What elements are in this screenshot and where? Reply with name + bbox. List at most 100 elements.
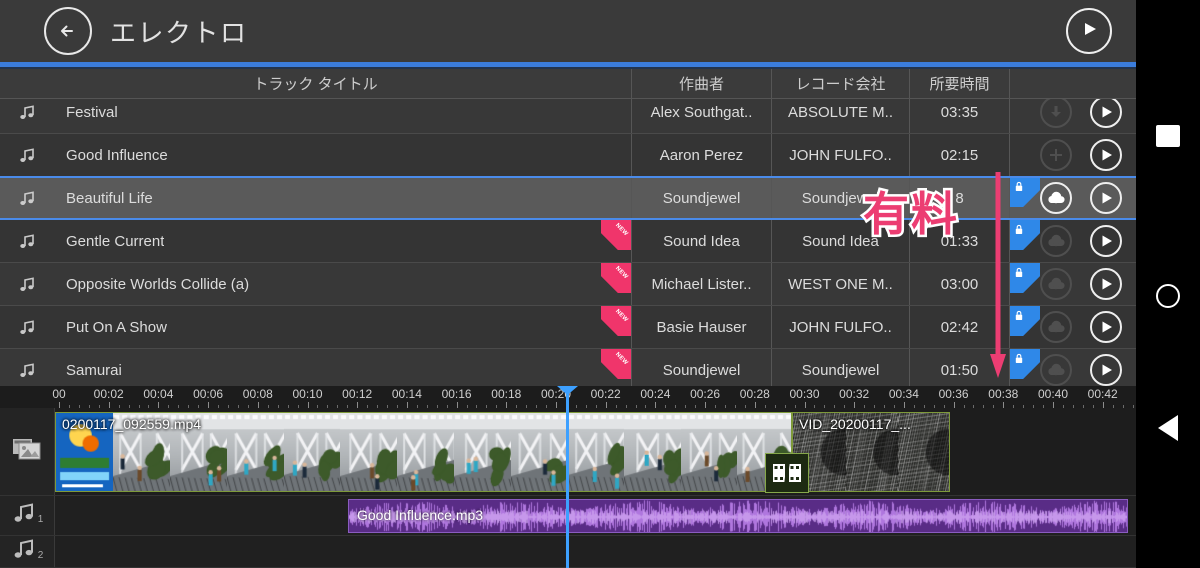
table-row[interactable]: Beautiful Life Soundjewel Soundjewel 8 [0,176,1136,220]
audio-clip-label: Good Influence.mp3 [357,507,484,523]
cell-composer: Basie Hauser [632,306,772,348]
cell-actions[interactable] [1010,177,1136,219]
cell-track-title[interactable]: Opposite Worlds Collide (a) NEW [0,263,632,305]
cell-composer: Michael Lister.. [632,263,772,305]
thumbnail [568,413,625,491]
home-circle-icon[interactable] [1136,268,1200,324]
cell-record-label: Soundjewel [772,177,910,219]
back-triangle-icon[interactable] [1136,400,1200,456]
duration-text: 02:15 [940,146,979,164]
cell-actions[interactable] [1010,99,1136,133]
table-row[interactable]: Good Influence Aaron Perez JOHN FULFO.. 02:… [0,134,1136,177]
screen: エレクトロ トラック タイトル 作曲者 レコード会社 所要時間 Festival… [0,0,1200,568]
cell-duration: 01:50 [910,349,1010,386]
recents-square-icon[interactable] [1136,108,1200,164]
cell-record-label: JOHN FULFO.. [772,306,910,348]
record-label-text: Sound Idea [802,232,879,250]
timeline-ruler[interactable]: 00 00:02 00:04 00:06 00:08 00:10 00:12 00:14 00:… [0,386,1136,408]
ruler-tick-label: 00:08 [242,387,273,401]
cell-actions[interactable] [1010,306,1136,348]
thumbnail [283,413,341,491]
cell-track-title[interactable]: Good Influence [0,134,632,176]
cell-actions[interactable] [1010,220,1136,262]
app-window: エレクトロ トラック タイトル 作曲者 レコード会社 所要時間 Festival… [0,0,1136,568]
audio-track-2-index: 2 [37,550,44,561]
video-clip[interactable]: 0200117_092559.mp4 [55,412,567,492]
column-header-composer[interactable]: 作曲者 [632,69,772,98]
cell-composer: Soundjewel [632,349,772,386]
cell-track-title[interactable]: Samurai NEW [0,349,632,386]
ruler-tick-label: 00:38 [988,387,1019,401]
cell-actions[interactable] [1010,349,1136,386]
audio-track-1-index: 1 [37,514,44,525]
table-row[interactable]: Opposite Worlds Collide (a) NEW Michael Li… [0,263,1136,306]
timeline-video-track[interactable]: 0200117_092559.mp4 VID_20200117_... [0,408,1136,496]
ruler-tick-label: 00:02 [93,387,124,401]
cell-actions[interactable] [1010,134,1136,176]
duration-text: 03:35 [940,103,979,121]
cloud-download-icon[interactable] [1040,311,1072,343]
ruler-tick-label: 00:40 [1037,387,1069,401]
lock-badge [1010,263,1040,293]
duration-text: 8 [955,189,964,207]
row-play-button[interactable] [1090,311,1122,343]
row-play-button[interactable] [1090,354,1122,386]
cell-composer: Aaron Perez [632,134,772,176]
row-play-button[interactable] [1090,139,1122,171]
ruler-tick-label: 00:06 [193,387,224,401]
record-label-text: JOHN FULFO.. [789,146,892,164]
play-icon [1079,19,1099,44]
column-header-duration[interactable]: 所要時間 [910,69,1010,98]
ruler-tick-label: 00:04 [143,387,174,401]
plus-icon[interactable] [1040,139,1072,171]
track-title-text: Good Influence [66,146,168,164]
track-list[interactable]: Festival Alex Southgat.. ABSOLUTE M.. 03:35… [0,99,1136,386]
back-arrow-icon [55,18,81,44]
audio-clip[interactable]: Good Influence.mp3 [348,499,1128,533]
row-play-button[interactable] [1090,182,1122,214]
table-row[interactable]: Samurai NEW Soundjewel Soundjewel 01:50 [0,349,1136,386]
new-badge: NEW [601,349,631,379]
music-note-icon [11,537,37,566]
table-row[interactable]: Put On A Show NEW Basie Hauser JOHN FULFO..… [0,306,1136,349]
timeline-audio-track-2[interactable]: 2 [0,536,1136,568]
table-row[interactable]: Festival Alex Southgat.. ABSOLUTE M.. 03:35 [0,99,1136,134]
cell-track-title[interactable]: Gentle Current NEW [0,220,632,262]
cell-track-title[interactable]: Beautiful Life [0,177,632,219]
thumbnail [680,413,737,491]
new-badge-label: NEW [614,222,629,238]
duration-text: 03:00 [940,275,979,293]
column-header-label[interactable]: レコード会社 [772,69,910,98]
music-note-icon [11,501,37,530]
video-clip[interactable] [567,412,792,492]
timeline-audio-track-1[interactable]: 1 Good Influence.mp3 [0,496,1136,536]
row-play-button[interactable] [1090,225,1122,257]
column-header-track-title[interactable]: トラック タイトル [0,69,632,98]
audio-track-2-header[interactable]: 2 [0,536,55,567]
cell-track-title[interactable]: Put On A Show NEW [0,306,632,348]
cloud-download-icon[interactable] [1040,268,1072,300]
cloud-download-icon[interactable] [1040,182,1072,214]
back-button[interactable] [44,7,92,55]
cloud-download-icon[interactable] [1040,225,1072,257]
video-clip[interactable]: VID_20200117_... [792,412,950,492]
video-track-header[interactable] [0,408,55,495]
download-icon[interactable] [1040,99,1072,128]
lock-icon [1014,308,1024,325]
thumbnail [511,413,566,491]
cell-actions[interactable] [1010,263,1136,305]
row-play-button[interactable] [1090,268,1122,300]
new-badge-label: NEW [614,265,629,281]
ruler-tick-label: 00:20 [540,387,572,401]
cloud-download-icon[interactable] [1040,354,1072,386]
transition-icon[interactable] [765,453,809,493]
audio-track-1-header[interactable]: 1 [0,496,55,535]
cell-record-label: Sound Idea [772,220,910,262]
cell-track-title[interactable]: Festival [0,99,632,133]
cell-duration: 02:15 [910,134,1010,176]
play-all-button[interactable] [1066,8,1112,54]
table-row[interactable]: Gentle Current NEW Sound Idea Sound Idea 01:… [0,220,1136,263]
timeline-body: 0200117_092559.mp4 VID_20200117_... 1 Go… [0,408,1136,568]
row-play-button[interactable] [1090,99,1122,128]
cell-composer: Soundjewel [632,177,772,219]
